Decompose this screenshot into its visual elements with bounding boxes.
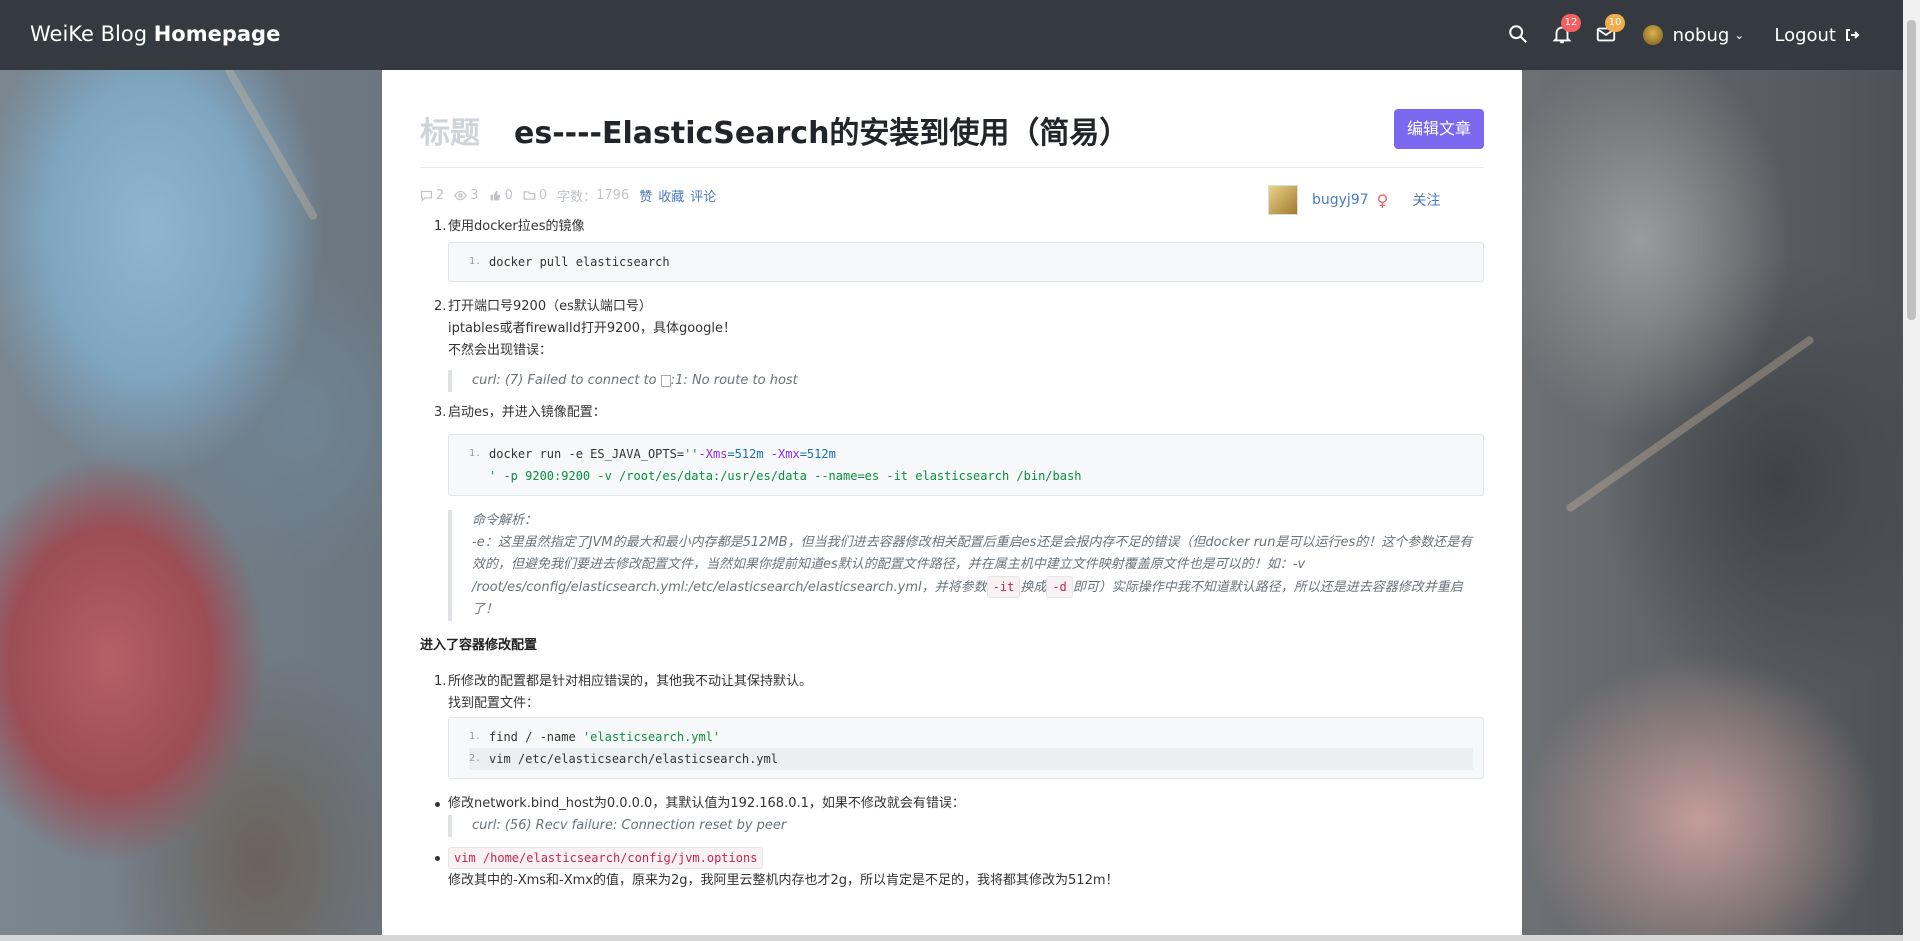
user-menu[interactable]: nobug ⌄ bbox=[1642, 24, 1745, 46]
inline-code: -d bbox=[1046, 576, 1073, 598]
list-item: 2. 打开端口号9200（es默认端口号） iptables或者firewall… bbox=[420, 296, 1484, 362]
bullet-dot bbox=[435, 856, 440, 861]
section-heading: 进入了容器修改配置 bbox=[420, 638, 538, 653]
view-count: 3 bbox=[454, 188, 479, 203]
folder-icon bbox=[523, 191, 536, 200]
blockquote: curl: (7) Failed to connect to :1: No ro… bbox=[448, 370, 1484, 392]
avatar bbox=[1642, 25, 1663, 45]
inline-code: vim /home/elasticsearch/config/jvm.optio… bbox=[448, 847, 764, 869]
nav-right: 12 10 nobug ⌄ Logout bbox=[1487, 0, 1860, 70]
code-block: 1. docker run -e ES_JAVA_OPTS=''-Xms=512m… bbox=[448, 434, 1484, 496]
step-text: iptables或者firewalld打开9200，具体google！ bbox=[448, 321, 736, 336]
blockquote: curl: (56) Recv failure: Connection rese… bbox=[448, 815, 1484, 837]
page-title: es----ElasticSearch的安装到使用（简易） bbox=[514, 116, 1130, 151]
author-avatar[interactable] bbox=[1268, 185, 1298, 215]
logout-label: Logout bbox=[1774, 24, 1836, 46]
notifications-badge: 12 bbox=[1560, 14, 1582, 32]
code-line: 1. docker pull elasticsearch bbox=[469, 255, 670, 269]
step-text: 打开端口号9200（es默认端口号） bbox=[448, 299, 652, 314]
logout-link[interactable]: Logout bbox=[1774, 25, 1860, 46]
step-text: 使用docker拉es的镜像 bbox=[448, 219, 585, 234]
horizontal-scrollbar[interactable] bbox=[0, 935, 1903, 941]
like-action[interactable]: 赞 bbox=[639, 186, 652, 205]
folder-count: 0 bbox=[523, 188, 547, 203]
broken-image-icon bbox=[660, 374, 671, 387]
step-text: 不然会出现错误： bbox=[448, 343, 553, 358]
list-number: 1. bbox=[434, 219, 447, 234]
list-item: 1. 所修改的配置都是针对相应错误的，其他我不动让其保持默认。 找到配置文件： bbox=[420, 671, 1484, 715]
comment-count: 2 bbox=[420, 188, 444, 203]
list-number: 1. bbox=[434, 674, 447, 689]
thumbs-up-icon bbox=[490, 190, 500, 201]
list-item: 1. 使用docker拉es的镜像 bbox=[420, 216, 1484, 238]
like-count: 0 bbox=[489, 188, 513, 203]
code-block: 1. docker pull elasticsearch bbox=[448, 242, 1484, 282]
bell-icon[interactable]: 12 bbox=[1551, 14, 1582, 47]
envelope-icon[interactable]: 10 bbox=[1595, 14, 1626, 47]
scrollbar-thumb[interactable] bbox=[1907, 20, 1916, 320]
follow-link[interactable]: 关注 bbox=[1412, 190, 1440, 210]
step-text: 找到配置文件： bbox=[448, 696, 540, 711]
bullet-text: 修改其中的-Xms和-Xmx的值，原来为2g，我阿里云整机内存也才2g，所以肯定… bbox=[448, 873, 1119, 888]
step-text: 所修改的配置都是针对相应错误的，其他我不动让其保持默认。 bbox=[448, 674, 813, 689]
brand-light: WeiKe Blog bbox=[30, 22, 154, 46]
code-line: 2. vim /etc/elasticsearch/elasticsearch.y… bbox=[469, 748, 1473, 770]
inline-code: -it bbox=[986, 576, 1021, 598]
sign-out-icon bbox=[1846, 29, 1860, 41]
list-number: 3. bbox=[434, 405, 447, 420]
code-line: 1. find / -name 'elasticsearch.yml' bbox=[469, 730, 721, 744]
title-label: 标题 bbox=[420, 116, 480, 151]
eye-icon bbox=[454, 190, 468, 201]
comment-icon bbox=[421, 190, 432, 202]
list-item: 3. 启动es，并进入镜像配置： bbox=[420, 402, 1484, 424]
post-meta: 2 3 0 0 字数： 1796 赞 收藏 评论 bbox=[420, 186, 722, 205]
vertical-scrollbar[interactable] bbox=[1903, 0, 1920, 941]
brand-logo[interactable]: WeiKe Blog Homepage bbox=[30, 22, 280, 46]
brand-bold: Homepage bbox=[153, 22, 281, 46]
step-text: 启动es，并进入镜像配置： bbox=[448, 405, 606, 420]
code-line: 1. docker run -e ES_JAVA_OPTS=''-Xms=512m… bbox=[469, 447, 836, 461]
list-number: 2. bbox=[434, 299, 447, 314]
blockquote: 命令解析： -e：这里虽然指定了JVM的最大和最小内存都是512MB，但当我们进… bbox=[448, 510, 1484, 621]
author-box: bugyj97 ♀ 关注 bbox=[1268, 185, 1440, 215]
article-card: 标题 es----ElasticSearch的安装到使用（简易） 编辑文章 2 … bbox=[382, 70, 1522, 941]
top-navbar: WeiKe Blog Homepage 12 10 nobug ⌄ Logout bbox=[0, 0, 1920, 70]
word-count: 字数： 1796 bbox=[557, 188, 630, 205]
list-item: vim /home/elasticsearch/config/jvm.optio… bbox=[420, 847, 1484, 892]
search-icon[interactable] bbox=[1507, 23, 1531, 47]
messages-badge: 10 bbox=[1604, 14, 1626, 32]
username: nobug bbox=[1672, 24, 1730, 46]
title-row: 标题 es----ElasticSearch的安装到使用（简易） 编辑文章 bbox=[420, 108, 1484, 168]
bullet-text: 修改network.bind_host为0.0.0.0，其默认值为192.168… bbox=[448, 796, 965, 811]
code-block: 1. find / -name 'elasticsearch.yml' 2. vim… bbox=[448, 717, 1484, 779]
comment-action[interactable]: 评论 bbox=[690, 186, 716, 205]
code-line: ' -p 9200:9200 -v /root/es/data:/usr/es/… bbox=[489, 469, 1082, 483]
list-item: 修改network.bind_host为0.0.0.0，其默认值为192.168… bbox=[420, 793, 1484, 815]
chevron-down-icon: ⌄ bbox=[1734, 28, 1745, 42]
author-name[interactable]: bugyj97 bbox=[1312, 192, 1369, 208]
female-icon: ♀ bbox=[1376, 190, 1389, 210]
article-content: 1. 使用docker拉es的镜像 1. docker pull elastics… bbox=[420, 216, 1484, 892]
collect-action[interactable]: 收藏 bbox=[658, 186, 684, 205]
edit-article-button[interactable]: 编辑文章 bbox=[1394, 109, 1484, 149]
bullet-dot bbox=[435, 802, 440, 807]
